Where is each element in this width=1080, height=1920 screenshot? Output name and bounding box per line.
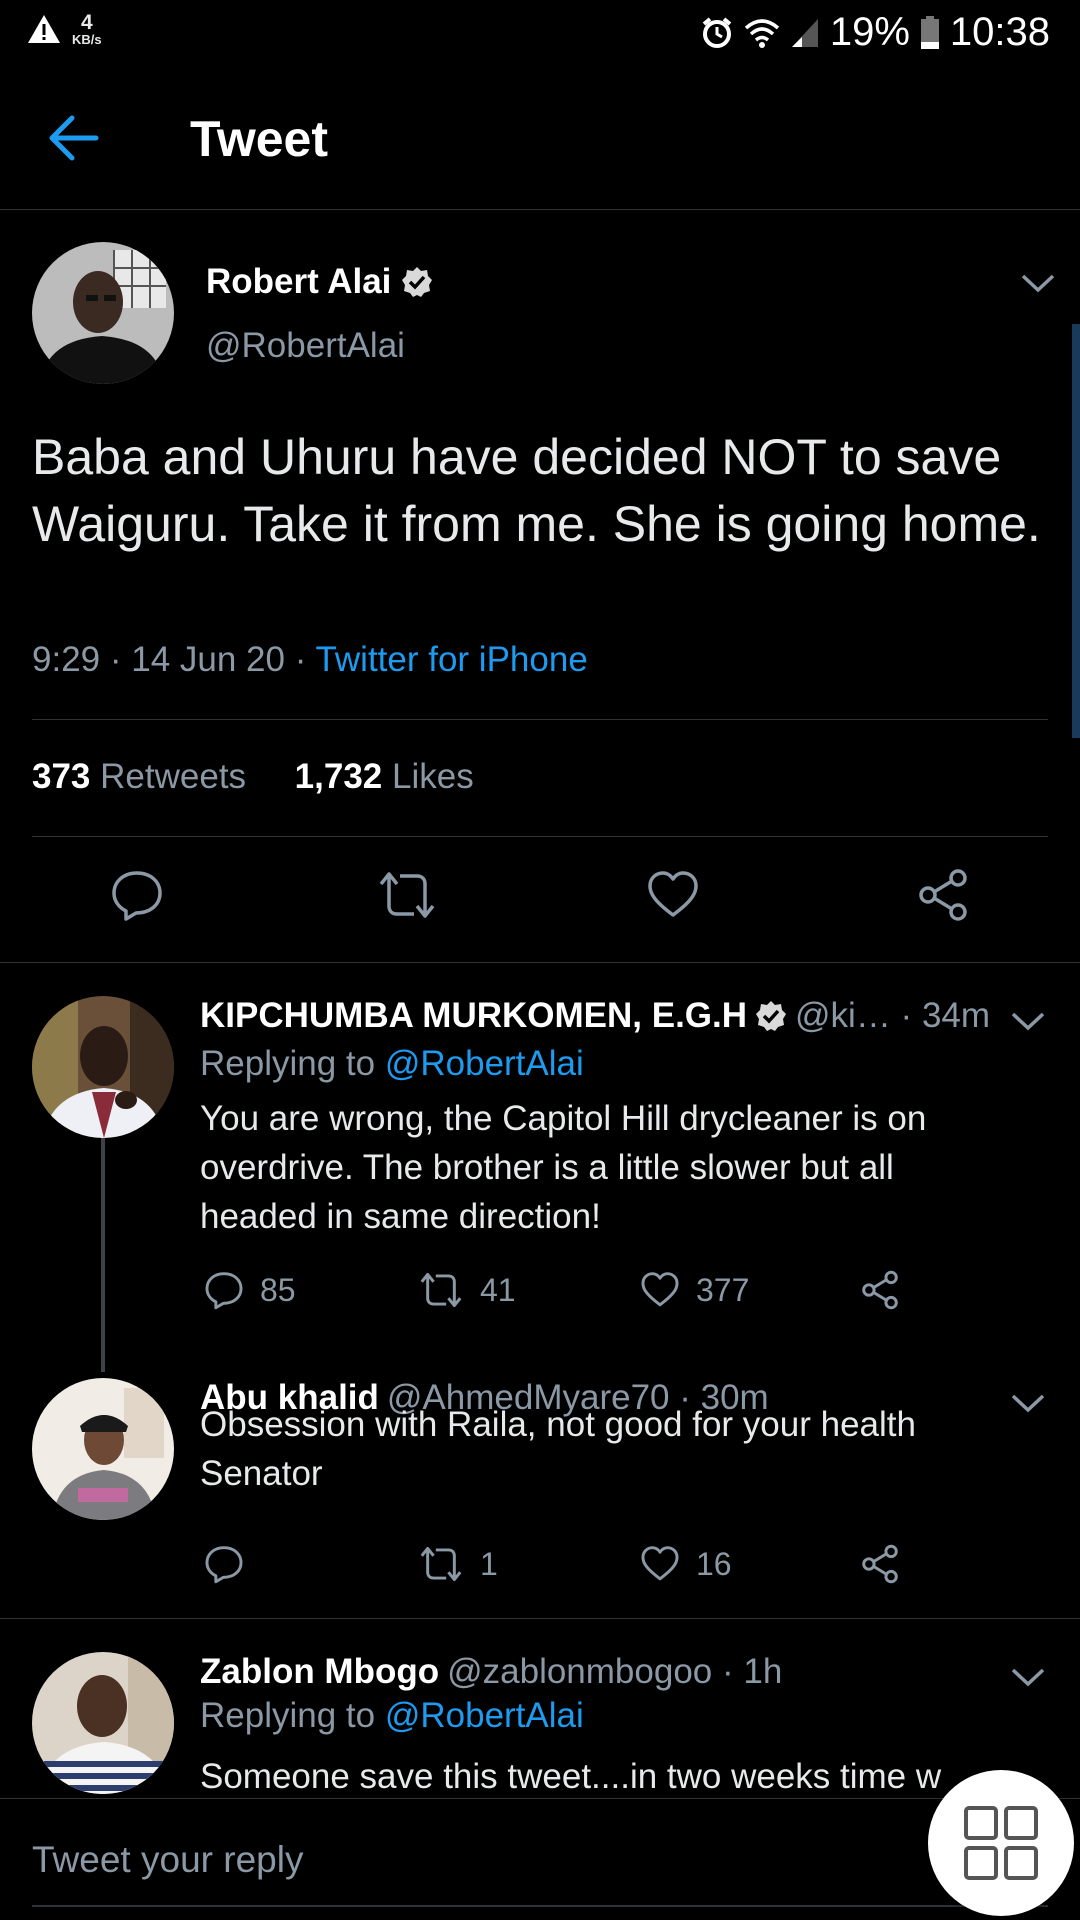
- like-count: 377: [696, 1271, 750, 1308]
- retweet-button[interactable]: 41: [418, 1270, 516, 1310]
- replying-to: Replying to @RobertAlai: [200, 1044, 584, 1084]
- reply-tweet[interactable]: Zablon Mbogo @zablonmbogoo · 1h Replying…: [0, 1652, 1080, 1798]
- reply-composer[interactable]: Tweet your reply: [0, 1798, 1080, 1920]
- signal-icon: [791, 18, 818, 47]
- tweet-timestamp: 9:29 · 14 Jun 20 ·: [32, 640, 316, 679]
- retweet-icon: [420, 1272, 462, 1308]
- likes-stat[interactable]: 1,732 Likes: [295, 757, 474, 796]
- reply-text: You are wrong, the Capitol Hill dryclean…: [200, 1099, 927, 1236]
- reply-icon: [205, 1546, 243, 1584]
- page-title: Tweet: [190, 111, 328, 167]
- retweet-count: 1: [480, 1545, 498, 1582]
- chevron-down-icon[interactable]: [1010, 1010, 1046, 1032]
- reply-input-underline: [32, 1905, 1048, 1907]
- tweet-stats: 373 Retweets 1,732 Likes: [32, 757, 474, 797]
- reply-count: 85: [260, 1271, 296, 1308]
- reply-tweet[interactable]: Abu khalid @AhmedMyare70 · 30m Obsession…: [0, 1378, 1080, 1598]
- verified-badge-icon: [756, 1001, 787, 1031]
- replying-to-prefix: Replying to: [200, 1696, 385, 1735]
- share-icon: [862, 1544, 898, 1584]
- back-arrow-icon[interactable]: [46, 112, 102, 164]
- alarm-icon: [702, 16, 732, 48]
- status-bar: 4 KB/s 19% 10:38: [0, 0, 1080, 66]
- battery-percent: 19%: [829, 10, 910, 54]
- retweet-count: 41: [480, 1271, 516, 1308]
- author-name-text: Robert Alai: [206, 262, 392, 301]
- like-button[interactable]: 377: [640, 1270, 749, 1310]
- top-bar: Tweet: [0, 66, 1080, 210]
- reply-handle-time: @zablonmbogoo · 1h: [447, 1652, 783, 1691]
- tweet-actions: [32, 868, 1048, 928]
- like-heart-icon: [641, 1546, 679, 1581]
- floating-grid-button[interactable]: [928, 1770, 1074, 1916]
- retweets-stat[interactable]: 373 Retweets: [32, 757, 246, 796]
- reply-text: Obsession with Raila, not good for your …: [200, 1405, 916, 1493]
- retweets-label: Retweets: [100, 757, 247, 796]
- network-speed-value: 4: [80, 11, 93, 34]
- like-heart-icon[interactable]: [646, 868, 700, 922]
- share-button[interactable]: [860, 1270, 900, 1310]
- reply-actions: 85 41 377: [200, 1270, 940, 1314]
- reply-icon[interactable]: [110, 868, 164, 922]
- likes-label: Likes: [392, 757, 474, 796]
- retweets-count: 373: [32, 757, 91, 796]
- share-button[interactable]: [860, 1544, 900, 1584]
- reply-tweet[interactable]: KIPCHUMBA MURKOMEN, E.G.H @ki… · 34m Rep…: [0, 996, 1080, 1356]
- retweet-icon[interactable]: [376, 868, 438, 922]
- replying-to: Replying to @RobertAlai: [200, 1696, 584, 1736]
- wifi-icon: [744, 18, 779, 48]
- divider: [0, 962, 1080, 963]
- reply-handle-time: @ki… · 34m: [795, 996, 991, 1035]
- reply-avatar[interactable]: [32, 996, 174, 1138]
- chevron-down-icon[interactable]: [1010, 1666, 1046, 1688]
- verified-badge-icon: [402, 267, 433, 297]
- warning-icon: [28, 15, 60, 43]
- clock: 10:38: [949, 10, 1050, 54]
- chevron-down-icon[interactable]: [1020, 272, 1056, 294]
- reply-author-name[interactable]: KIPCHUMBA MURKOMEN, E.G.H: [200, 996, 747, 1036]
- tweet-text: Baba and Uhuru have decided NOT to save …: [32, 429, 1041, 552]
- reply-header: KIPCHUMBA MURKOMEN, E.G.H @ki… · 34m: [200, 996, 990, 1036]
- tweet-meta: 9:29 · 14 Jun 20 · Twitter for iPhone: [32, 640, 588, 680]
- reply-icon: [205, 1272, 243, 1310]
- grid-icon: [964, 1806, 1038, 1880]
- like-count: 16: [696, 1545, 732, 1582]
- reply-avatar[interactable]: [32, 1652, 174, 1794]
- reply-button[interactable]: 85: [204, 1270, 296, 1310]
- author-handle: @RobertAlai: [206, 326, 405, 365]
- author-avatar[interactable]: [32, 242, 174, 384]
- replying-to-prefix: Replying to: [200, 1044, 385, 1083]
- network-speed: 4 KB/s: [72, 12, 102, 46]
- like-heart-icon: [641, 1272, 679, 1307]
- reply-author-name[interactable]: Zablon Mbogo: [200, 1652, 439, 1692]
- battery-icon: [920, 15, 939, 49]
- likes-count: 1,732: [294, 757, 383, 796]
- network-speed-unit: KB/s: [72, 32, 102, 47]
- divider: [0, 1618, 1080, 1619]
- divider: [32, 719, 1048, 720]
- author-name[interactable]: Robert Alai: [206, 262, 433, 302]
- tweet-source-link[interactable]: Twitter for iPhone: [315, 640, 587, 679]
- share-icon: [862, 1270, 898, 1310]
- scroll-indicator: [1072, 324, 1080, 738]
- share-icon[interactable]: [916, 868, 970, 922]
- retweet-icon: [420, 1546, 462, 1582]
- divider: [32, 836, 1048, 837]
- replying-to-mention[interactable]: @RobertAlai: [385, 1696, 584, 1735]
- reply-avatar[interactable]: [32, 1378, 174, 1520]
- replying-to-mention[interactable]: @RobertAlai: [385, 1044, 584, 1083]
- reply-header: Zablon Mbogo @zablonmbogoo · 1h: [200, 1652, 782, 1692]
- retweet-button[interactable]: 1: [418, 1544, 498, 1584]
- reply-actions: 1 16: [200, 1544, 940, 1588]
- reply-input[interactable]: Tweet your reply: [32, 1839, 303, 1881]
- like-button[interactable]: 16: [640, 1544, 732, 1584]
- reply-button[interactable]: [204, 1544, 260, 1584]
